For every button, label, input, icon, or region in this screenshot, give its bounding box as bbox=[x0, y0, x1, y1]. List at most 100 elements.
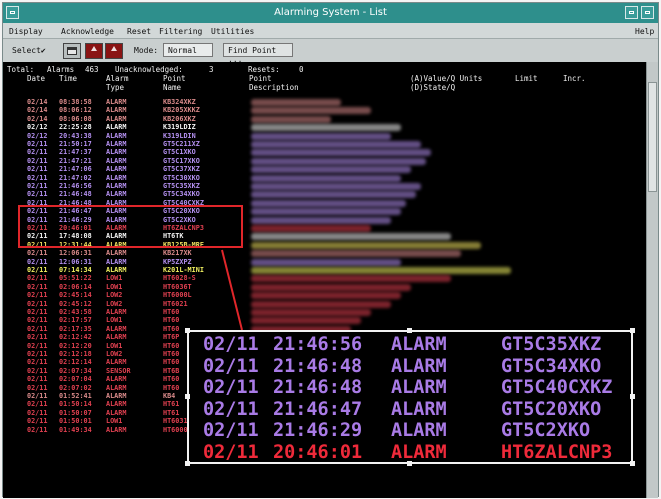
alarm-row[interactable]: 02/11 02:06:14 LOW1 HT6036T bbox=[3, 283, 263, 291]
list-icon bbox=[67, 47, 77, 55]
row-time: 01:50:14 bbox=[59, 400, 92, 409]
minimize-button[interactable] bbox=[625, 6, 638, 19]
zoom-alarm-type: ALARM bbox=[391, 334, 447, 355]
row-time: 01:50:07 bbox=[59, 408, 92, 417]
col-alarm-type[interactable]: Alarm Type bbox=[106, 74, 129, 92]
row-time: 08:06:12 bbox=[59, 106, 92, 115]
col-point-description[interactable]: Point Description bbox=[249, 74, 299, 92]
menu-filtering[interactable]: Filtering bbox=[159, 27, 202, 36]
alarm-row[interactable]: 02/14 08:06:12 ALARM KB205XKKZ bbox=[3, 106, 263, 114]
menu-acknowledge[interactable]: Acknowledge bbox=[61, 27, 114, 36]
row-time: 02:07:34 bbox=[59, 366, 92, 375]
alarm-row[interactable]: 02/11 12:06:31 ALARM KB217XK bbox=[3, 249, 263, 257]
row-date: 02/14 bbox=[27, 106, 48, 115]
menu-reset[interactable]: Reset bbox=[127, 27, 151, 36]
row-time: 01:49:34 bbox=[59, 425, 92, 434]
alarm-row[interactable]: 02/12 20:43:38 ALARM K319LDIN bbox=[3, 132, 263, 140]
select-toggle[interactable]: Select✔ bbox=[12, 46, 46, 55]
col-date[interactable]: Date bbox=[27, 74, 45, 83]
zoom-date: 02/11 bbox=[203, 334, 259, 355]
row-point-name: HT60 bbox=[163, 324, 180, 333]
row-point-name: GT5C34XKO bbox=[163, 190, 200, 199]
maximize-button[interactable] bbox=[641, 6, 654, 19]
row-date: 02/11 bbox=[27, 173, 48, 182]
row-alarm-type: LOW2 bbox=[106, 350, 123, 358]
row-time: 02:07:02 bbox=[59, 383, 92, 392]
alarm-row[interactable]: 02/11 21:47:37 ALARM GT5C1XKO bbox=[3, 148, 263, 156]
alarm-row[interactable]: 02/11 21:47:21 ALARM GT5C17XKO bbox=[3, 157, 263, 165]
highlight-box bbox=[18, 205, 243, 248]
row-alarm-type: ALARM bbox=[106, 383, 127, 392]
row-date: 02/11 bbox=[27, 266, 48, 274]
menu-utilities[interactable]: Utilities bbox=[211, 27, 254, 36]
row-date: 02/11 bbox=[27, 140, 48, 148]
col-time[interactable]: Time bbox=[59, 74, 77, 83]
zoom-alarm-type: ALARM bbox=[391, 377, 447, 398]
col-incr[interactable]: Incr. bbox=[563, 74, 586, 83]
row-date: 02/11 bbox=[27, 148, 48, 157]
row-date: 02/11 bbox=[27, 299, 48, 308]
row-date: 02/11 bbox=[27, 392, 48, 400]
list-view-button[interactable] bbox=[63, 43, 81, 59]
col-limit[interactable]: Limit bbox=[515, 74, 538, 83]
row-point-name: HT60 bbox=[163, 383, 180, 392]
vertical-scrollbar[interactable] bbox=[646, 62, 658, 498]
zoom-inset: 02/11 21:46:56 ALARM GT5C35XKZ 02/11 21:46:48… bbox=[185, 328, 635, 466]
row-point-name: HT60 bbox=[163, 341, 180, 350]
row-alarm-type: ALARM bbox=[106, 324, 127, 333]
alarm-row[interactable]: 02/11 12:06:31 ALARM KP5ZXPZ bbox=[3, 258, 263, 266]
alarm-row[interactable]: 02/11 02:45:14 LOW2 HT6000L bbox=[3, 291, 263, 299]
row-time: 02:12:42 bbox=[59, 333, 92, 342]
row-time: 02:12:14 bbox=[59, 358, 92, 367]
row-date: 02/14 bbox=[27, 114, 48, 123]
obscured-bar bbox=[251, 149, 431, 157]
alarm-up-button[interactable] bbox=[85, 43, 103, 59]
alarm-row[interactable]: 02/11 02:17:57 LOW1 HT60 bbox=[3, 316, 263, 324]
scroll-thumb[interactable] bbox=[648, 82, 657, 192]
zoom-time: 21:46:48 bbox=[273, 355, 363, 377]
find-point-button[interactable]: Find Point ... bbox=[223, 43, 293, 64]
row-point-name: HT6028-S bbox=[163, 274, 196, 283]
obscured-bar bbox=[251, 292, 401, 300]
alarm-row[interactable]: 02/11 02:43:58 ALARM HT60 bbox=[3, 308, 263, 316]
col-value-state[interactable]: (A)Value/Q Units (D)State/Q bbox=[410, 74, 482, 92]
alarm-row[interactable]: 02/11 05:51:22 LOW1 HT6028-S bbox=[3, 274, 263, 282]
row-alarm-type: ALARM bbox=[106, 308, 127, 316]
zoom-row: 02/11 21:46:29 ALARM GT5C2XKO bbox=[189, 420, 629, 442]
resets-count: 0 bbox=[299, 65, 304, 74]
obscured-bar bbox=[251, 208, 401, 216]
row-time: 21:47:06 bbox=[59, 165, 92, 174]
alarm-reset-button[interactable] bbox=[105, 43, 123, 59]
mode-select[interactable]: Normal bbox=[163, 43, 213, 57]
zoom-point-name: GT5C35XKZ bbox=[501, 334, 602, 355]
row-alarm-type: ALARM bbox=[106, 173, 127, 182]
row-date: 02/11 bbox=[27, 316, 48, 325]
zoom-time: 21:46:56 bbox=[273, 334, 363, 355]
alarm-row[interactable]: 02/14 08:06:08 ALARM KB206XKZ bbox=[3, 115, 263, 123]
alarm-row[interactable]: 02/11 21:46:48 ALARM GT5C34XKO bbox=[3, 190, 263, 198]
obscured-bar bbox=[251, 166, 411, 174]
row-time: 02:45:12 bbox=[59, 299, 92, 308]
alarm-row[interactable]: 02/11 21:50:17 ALARM GT5C211XZ bbox=[3, 140, 263, 148]
obscured-bar bbox=[251, 183, 421, 190]
alarm-row[interactable]: 02/11 02:45:12 LOW2 HT6021 bbox=[3, 300, 263, 308]
row-date: 02/11 bbox=[27, 417, 48, 426]
obscured-bar bbox=[251, 199, 406, 207]
row-time: 12:06:31 bbox=[59, 249, 92, 258]
alarm-row[interactable]: 02/12 22:25:28 ALARM K319LDIZ bbox=[3, 123, 263, 131]
row-alarm-type: LOW1 bbox=[106, 282, 123, 291]
alarm-row[interactable]: 02/11 21:47:06 ALARM GT5C37XKZ bbox=[3, 165, 263, 173]
alarm-row[interactable]: 02/11 21:46:56 ALARM GT5C35XKZ bbox=[3, 182, 263, 190]
select-label: Select bbox=[12, 46, 41, 55]
row-point-name: HT60 bbox=[163, 308, 180, 316]
menu-display[interactable]: Display bbox=[9, 27, 43, 36]
zoom-time: 21:46:47 bbox=[273, 398, 363, 420]
menu-help[interactable]: Help bbox=[635, 27, 654, 36]
col-point-name[interactable]: Point Name bbox=[163, 74, 186, 92]
alarm-row[interactable]: 02/11 21:47:02 ALARM GT5C30XKO bbox=[3, 174, 263, 182]
toolbar: Select✔ Mode: Normal Find Point ... bbox=[3, 40, 658, 64]
alarm-row[interactable]: 02/11 07:14:34 ALARM K201L-MINI bbox=[3, 266, 263, 274]
row-alarm-type: ALARM bbox=[106, 182, 127, 190]
row-date: 02/11 bbox=[27, 341, 48, 350]
alarm-row[interactable]: 02/14 08:38:58 ALARM KB324XKZ bbox=[3, 98, 263, 106]
